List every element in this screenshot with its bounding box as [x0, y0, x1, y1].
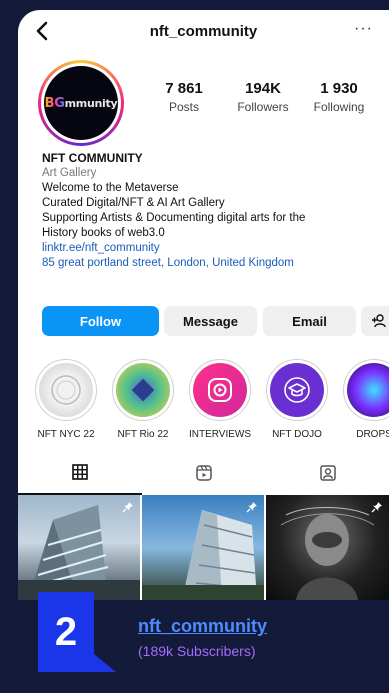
- interviews-cover: [193, 363, 247, 417]
- highlight-nft-rio[interactable]: NFT Rio 22: [107, 359, 179, 440]
- more-dots-icon[interactable]: ···: [354, 20, 373, 38]
- top-bar: nft_community ···: [18, 10, 389, 54]
- grid-post[interactable]: [266, 495, 389, 600]
- nft-nyc-cover: [39, 363, 93, 417]
- avatar[interactable]: BG mmunity: [38, 60, 124, 146]
- rank-badge-tail: [94, 654, 116, 672]
- highlight-nft-dojo[interactable]: NFT DOJO: [261, 359, 333, 440]
- profile-username: nft_community: [149, 23, 258, 40]
- bio-link[interactable]: linktr.ee/nft_community: [42, 241, 382, 256]
- avatar-logo: BG mmunity: [44, 66, 118, 140]
- tab-tagged[interactable]: [266, 451, 389, 495]
- profile-bio: NFT COMMUNITY Art Gallery Welcome to the…: [42, 151, 382, 271]
- stat-followers[interactable]: 194K Followers: [225, 80, 301, 114]
- grid-icon: [72, 464, 88, 480]
- nft-dojo-cover: [270, 363, 324, 417]
- post-grid: [18, 495, 389, 600]
- highlight-drops[interactable]: DROPS: [338, 359, 389, 440]
- nft-rio-cover: [116, 363, 170, 417]
- stat-posts[interactable]: 7 861 Posts: [146, 80, 222, 114]
- account-handle-link[interactable]: nft_community: [138, 616, 267, 637]
- bio-line: Supporting Artists & Documenting digital…: [42, 212, 306, 224]
- highlight-nft-nyc[interactable]: NFT NYC 22: [30, 359, 102, 440]
- graduation-cap-icon: [284, 377, 310, 403]
- email-button[interactable]: Email: [263, 306, 356, 336]
- profile-card: nft_community ··· BG mmunity 7 861 Posts …: [18, 10, 389, 600]
- add-person-icon: [372, 314, 386, 328]
- pin-icon: [122, 502, 133, 513]
- bio-line: History books of web3.0: [42, 227, 165, 239]
- pin-icon: [371, 502, 382, 513]
- follow-button[interactable]: Follow: [42, 306, 159, 336]
- bio-line: Curated Digital/NFT & AI Art Gallery: [42, 197, 225, 209]
- drops-cover: [347, 363, 389, 417]
- highlight-interviews[interactable]: INTERVIEWS: [184, 359, 256, 440]
- rank-badge: 2: [38, 592, 94, 672]
- message-button[interactable]: Message: [164, 306, 257, 336]
- pin-icon: [246, 502, 257, 513]
- profile-tabs: [18, 451, 389, 495]
- play-icon: [208, 378, 232, 402]
- grid-post[interactable]: [18, 495, 140, 600]
- subscriber-count: (189k Subscribers): [138, 643, 256, 659]
- reels-icon: [196, 465, 212, 481]
- add-person-button[interactable]: [361, 306, 389, 336]
- tab-grid[interactable]: [18, 451, 142, 495]
- category: Art Gallery: [42, 167, 97, 179]
- stat-following[interactable]: 1 930 Following: [301, 80, 377, 114]
- tab-reels[interactable]: [142, 451, 266, 495]
- bio-address[interactable]: 85 great portland street, London, United…: [42, 256, 382, 271]
- bio-line: Welcome to the Metaverse: [42, 182, 179, 194]
- tagged-icon: [320, 465, 336, 481]
- grid-post[interactable]: [142, 495, 264, 600]
- display-name: NFT COMMUNITY: [42, 151, 143, 165]
